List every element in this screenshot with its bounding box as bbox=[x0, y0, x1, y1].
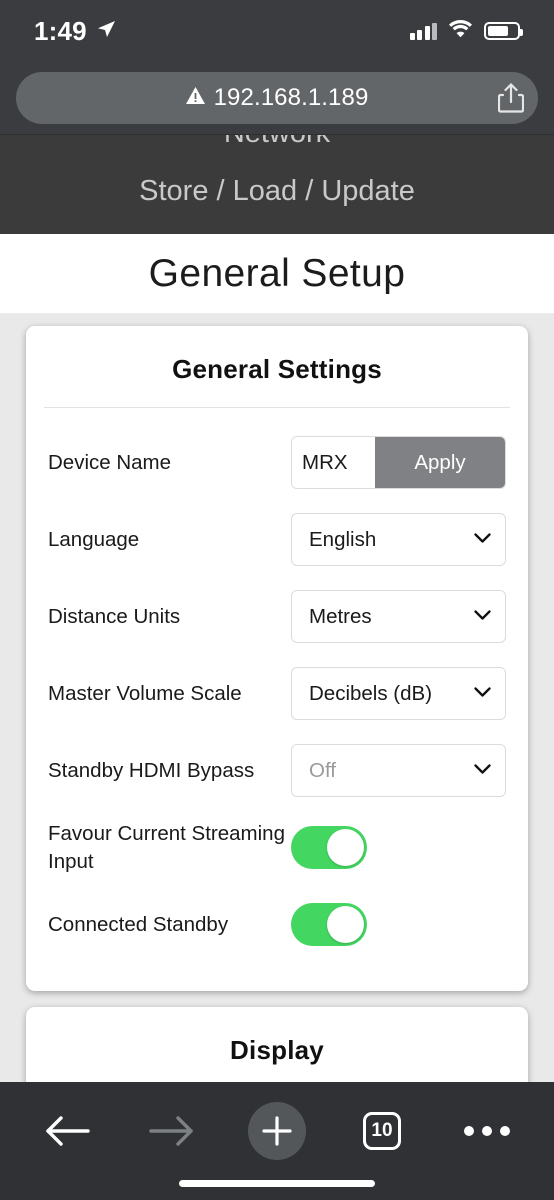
card-title-display: Display bbox=[230, 1035, 324, 1065]
location-arrow-icon bbox=[96, 19, 116, 44]
label-connected-standby: Connected Standby bbox=[48, 912, 229, 936]
chevron-down-icon bbox=[474, 762, 491, 780]
label-distance-units: Distance Units bbox=[48, 604, 181, 628]
url-bar[interactable]: 192.168.1.189 bbox=[16, 72, 538, 124]
url-bar-content: 192.168.1.189 bbox=[185, 84, 369, 112]
distance-units-select[interactable]: Metres bbox=[291, 590, 506, 643]
card-title-general-settings: General Settings bbox=[172, 354, 382, 384]
connected-standby-toggle[interactable] bbox=[291, 903, 367, 946]
page-title-bar: General Setup bbox=[0, 234, 554, 314]
back-button[interactable] bbox=[36, 1100, 98, 1162]
general-settings-rows: Device Name Apply Language Engli bbox=[48, 408, 506, 991]
label-device-name: Device Name bbox=[48, 450, 172, 474]
status-bar-left: 1:49 bbox=[34, 16, 116, 47]
browser-url-bar-container: 192.168.1.189 bbox=[0, 62, 554, 134]
battery-icon bbox=[484, 22, 523, 40]
control-device-name: Apply bbox=[291, 436, 506, 489]
status-bar: 1:49 bbox=[0, 0, 554, 62]
label-language: Language bbox=[48, 527, 140, 551]
share-icon[interactable] bbox=[498, 83, 524, 113]
plus-icon bbox=[248, 1102, 306, 1160]
toggle-knob bbox=[327, 829, 364, 866]
tab-count-badge: 10 bbox=[363, 1112, 401, 1150]
site-navigation: Network Store / Load / Update bbox=[0, 134, 554, 234]
standby-hdmi-bypass-select-value: Off bbox=[309, 758, 336, 782]
settings-scroll-area[interactable]: General Settings Device Name Apply bbox=[0, 314, 554, 1082]
favour-current-streaming-input-toggle[interactable] bbox=[291, 826, 367, 869]
row-distance-units: Distance Units Metres bbox=[48, 578, 506, 655]
row-language: Language English bbox=[48, 501, 506, 578]
control-standby-hdmi-bypass: Off bbox=[291, 744, 506, 797]
forward-button[interactable] bbox=[141, 1100, 203, 1162]
row-standby-hdmi-bypass: Standby HDMI Bypass Off bbox=[48, 732, 506, 809]
url-text: 192.168.1.189 bbox=[213, 84, 369, 111]
control-favour-current-streaming-input bbox=[291, 826, 506, 869]
row-connected-standby: Connected Standby bbox=[48, 886, 506, 963]
master-volume-scale-select[interactable]: Decibels (dB) bbox=[291, 667, 506, 720]
phone-screen: 1:49 192.168.1.189 Store / Load / Update… bbox=[0, 0, 554, 1200]
toggle-knob bbox=[327, 906, 364, 943]
label-master-volume-scale: Master Volume Scale bbox=[48, 681, 242, 705]
label-favour-current-streaming-input: Favour Current Streaming Input bbox=[48, 822, 285, 873]
general-settings-card: General Settings Device Name Apply bbox=[26, 326, 528, 991]
row-master-volume-scale: Master Volume Scale Decibels (dB) bbox=[48, 655, 506, 732]
row-device-name: Device Name Apply bbox=[48, 424, 506, 501]
control-distance-units: Metres bbox=[291, 590, 506, 643]
chevron-down-icon bbox=[474, 531, 491, 549]
device-name-input[interactable] bbox=[292, 437, 375, 488]
master-volume-scale-select-value: Decibels (dB) bbox=[309, 681, 433, 705]
status-clock: 1:49 bbox=[34, 15, 87, 46]
display-card: Display bbox=[26, 1007, 528, 1082]
control-master-volume-scale: Decibels (dB) bbox=[291, 667, 506, 720]
cellular-signal-icon bbox=[409, 22, 437, 40]
standby-hdmi-bypass-select[interactable]: Off bbox=[291, 744, 506, 797]
row-favour-current-streaming-input: Favour Current Streaming Input bbox=[48, 809, 506, 886]
status-bar-right bbox=[409, 19, 523, 43]
language-select-value: English bbox=[309, 527, 377, 551]
more-ellipsis-icon bbox=[464, 1126, 510, 1136]
tabs-button[interactable]: 10 bbox=[351, 1100, 413, 1162]
not-secure-warning-icon[interactable] bbox=[185, 87, 205, 109]
device-name-input-group: Apply bbox=[291, 436, 506, 489]
wifi-icon bbox=[448, 19, 473, 43]
label-standby-hdmi-bypass: Standby HDMI Bypass bbox=[48, 758, 255, 782]
control-language: English bbox=[291, 513, 506, 566]
chevron-down-icon bbox=[474, 685, 491, 703]
nav-item-network[interactable]: Network bbox=[0, 135, 554, 150]
language-select[interactable]: English bbox=[291, 513, 506, 566]
home-indicator bbox=[179, 1180, 375, 1187]
control-connected-standby bbox=[291, 903, 506, 946]
page-title: General Setup bbox=[148, 251, 406, 295]
new-tab-button[interactable] bbox=[246, 1100, 308, 1162]
nav-item-store-load-update[interactable]: Store / Load / Update bbox=[0, 175, 554, 208]
web-page-viewport: Network Store / Load / Update General Se… bbox=[0, 134, 554, 1082]
distance-units-select-value: Metres bbox=[309, 604, 372, 628]
more-menu-button[interactable] bbox=[456, 1100, 518, 1162]
apply-button[interactable]: Apply bbox=[375, 437, 505, 488]
chevron-down-icon bbox=[474, 608, 491, 626]
